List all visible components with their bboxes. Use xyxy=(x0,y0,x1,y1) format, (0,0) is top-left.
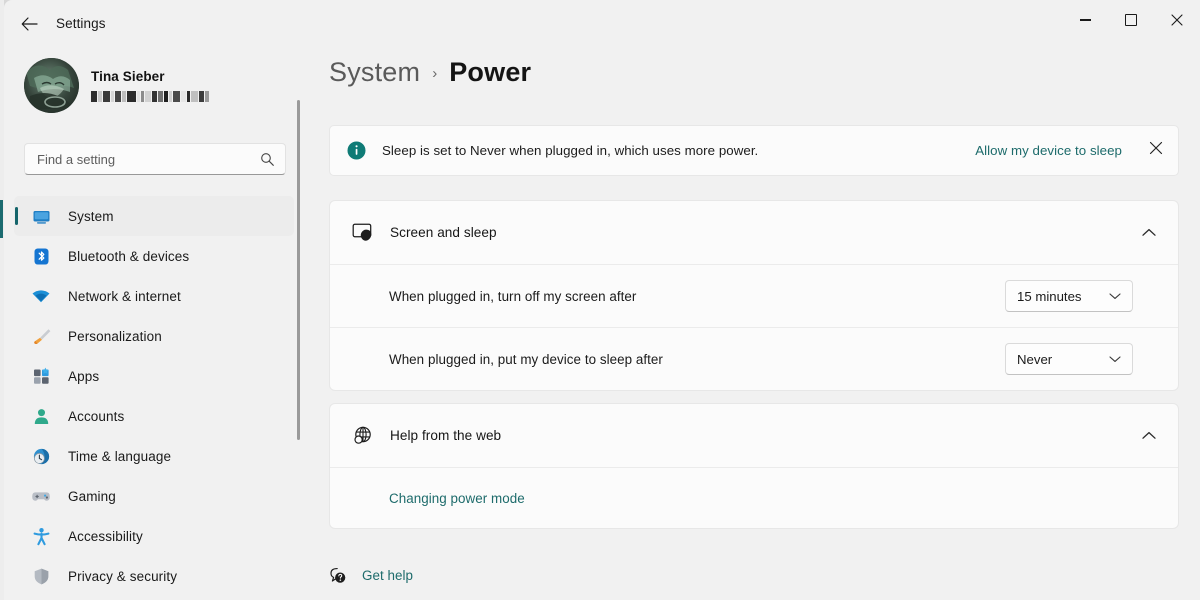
sidebar-item-bluetooth-devices[interactable]: Bluetooth & devices xyxy=(14,236,294,276)
sidebar-item-personalization[interactable]: Personalization xyxy=(14,316,294,356)
search-icon xyxy=(256,152,285,167)
user-profile[interactable]: Tina Sieber xyxy=(24,58,210,113)
window-controls xyxy=(1062,0,1200,40)
changing-power-mode-link[interactable]: Changing power mode xyxy=(389,491,525,506)
close-window-button[interactable] xyxy=(1154,0,1200,40)
dismiss-banner-button[interactable] xyxy=(1136,126,1176,175)
sidebar-item-accessibility[interactable]: Accessibility xyxy=(14,516,294,556)
sidebar-item-accounts[interactable]: Accounts xyxy=(14,396,294,436)
screen-and-sleep-card: Screen and sleep When plugged in, turn o… xyxy=(329,200,1179,391)
search-box[interactable] xyxy=(24,143,286,175)
info-circle-icon xyxy=(347,141,366,160)
setting-label: When plugged in, put my device to sleep … xyxy=(389,351,663,367)
profile-name: Tina Sieber xyxy=(91,69,165,84)
page-title: Power xyxy=(449,57,532,87)
person-icon xyxy=(30,407,52,426)
sidebar-nav-list: System Bluetooth & devices Network & int… xyxy=(14,196,294,596)
search-input[interactable] xyxy=(25,151,256,167)
chevron-down-icon xyxy=(1109,355,1121,363)
profile-text: Tina Sieber xyxy=(91,69,210,102)
shield-icon xyxy=(30,567,52,586)
help-question-icon xyxy=(326,566,348,585)
turn-off-screen-dropdown[interactable]: 15 minutes xyxy=(1005,280,1133,312)
dropdown-value: Never xyxy=(1017,351,1053,367)
minimize-icon xyxy=(1079,19,1091,21)
back-button[interactable] xyxy=(12,9,46,39)
profile-email-redacted xyxy=(91,91,210,102)
settings-window: Settings Tina Sieber Find a setting Syst… xyxy=(4,0,1200,600)
selection-indicator xyxy=(15,207,18,225)
screen-sleep-icon xyxy=(348,222,378,243)
paintbrush-icon xyxy=(30,327,52,346)
desktop-accent-strip xyxy=(0,200,3,238)
banner-message: Sleep is set to Never when plugged in, w… xyxy=(382,143,759,158)
sidebar-item-label: Privacy & security xyxy=(68,568,178,584)
sidebar-item-gaming[interactable]: Gaming xyxy=(14,476,294,516)
back-arrow-icon xyxy=(21,17,38,31)
section-title: Help from the web xyxy=(390,428,502,443)
app-title: Settings xyxy=(56,16,106,31)
sidebar: Tina Sieber Find a setting System Blueto… xyxy=(4,48,304,600)
breadcrumb-separator-icon: › xyxy=(432,65,438,82)
bluetooth-icon xyxy=(30,247,52,266)
turn-off-screen-row: When plugged in, turn off my screen afte… xyxy=(330,265,1178,328)
maximize-button[interactable] xyxy=(1108,0,1154,40)
device-sleep-row: When plugged in, put my device to sleep … xyxy=(330,328,1178,390)
apps-grid-icon xyxy=(30,367,52,386)
gamepad-icon xyxy=(30,487,52,506)
chevron-up-icon[interactable] xyxy=(1142,228,1156,237)
close-icon xyxy=(1149,141,1163,160)
sidebar-scrollbar[interactable] xyxy=(297,100,300,440)
breadcrumb-parent-link[interactable]: System xyxy=(329,57,420,88)
main-content: System › Power Sleep is set to Never whe… xyxy=(304,48,1200,600)
sidebar-item-label: System xyxy=(68,208,114,224)
help-from-the-web-header[interactable]: Help from the web xyxy=(330,404,1178,468)
sidebar-item-label: Gaming xyxy=(68,488,116,504)
sidebar-item-network-internet[interactable]: Network & internet xyxy=(14,276,294,316)
sidebar-item-label: Accounts xyxy=(68,408,125,424)
maximize-icon xyxy=(1125,14,1137,26)
sidebar-item-label: Network & internet xyxy=(68,288,181,304)
sidebar-item-time-language[interactable]: Time & language xyxy=(14,436,294,476)
sidebar-item-label: Apps xyxy=(68,368,100,384)
info-banner: Sleep is set to Never when plugged in, w… xyxy=(329,125,1179,176)
setting-label: When plugged in, turn off my screen afte… xyxy=(389,288,637,304)
chevron-up-icon[interactable] xyxy=(1142,431,1156,440)
sidebar-item-label: Time & language xyxy=(68,448,172,464)
help-from-the-web-card: Help from the web Changing power mode xyxy=(329,403,1179,529)
screen-and-sleep-header[interactable]: Screen and sleep xyxy=(330,201,1178,265)
dropdown-value: 15 minutes xyxy=(1017,288,1082,304)
sidebar-item-apps[interactable]: Apps xyxy=(14,356,294,396)
allow-device-to-sleep-link[interactable]: Allow my device to sleep xyxy=(975,143,1122,158)
globe-icon xyxy=(348,425,378,447)
minimize-button[interactable] xyxy=(1062,0,1108,40)
close-icon xyxy=(1171,14,1183,26)
device-sleep-dropdown[interactable]: Never xyxy=(1005,343,1133,375)
help-link-row: Changing power mode xyxy=(330,468,1178,528)
sidebar-item-label: Personalization xyxy=(68,328,162,344)
avatar xyxy=(24,58,79,113)
title-bar: Settings xyxy=(4,0,1200,48)
sidebar-item-privacy-security[interactable]: Privacy & security xyxy=(14,556,294,596)
get-help-label: Get help xyxy=(362,568,414,583)
sidebar-item-label: Bluetooth & devices xyxy=(68,248,190,264)
chevron-down-icon xyxy=(1109,292,1121,300)
wifi-icon xyxy=(30,287,52,306)
accessibility-icon xyxy=(30,527,52,546)
monitor-icon xyxy=(30,207,52,226)
clock-globe-icon xyxy=(30,447,52,466)
section-title: Screen and sleep xyxy=(390,225,497,240)
sidebar-item-label: Accessibility xyxy=(68,528,143,544)
sidebar-item-system[interactable]: System xyxy=(14,196,294,236)
breadcrumb: System › Power xyxy=(329,57,531,88)
get-help-button[interactable]: Get help xyxy=(326,566,413,585)
